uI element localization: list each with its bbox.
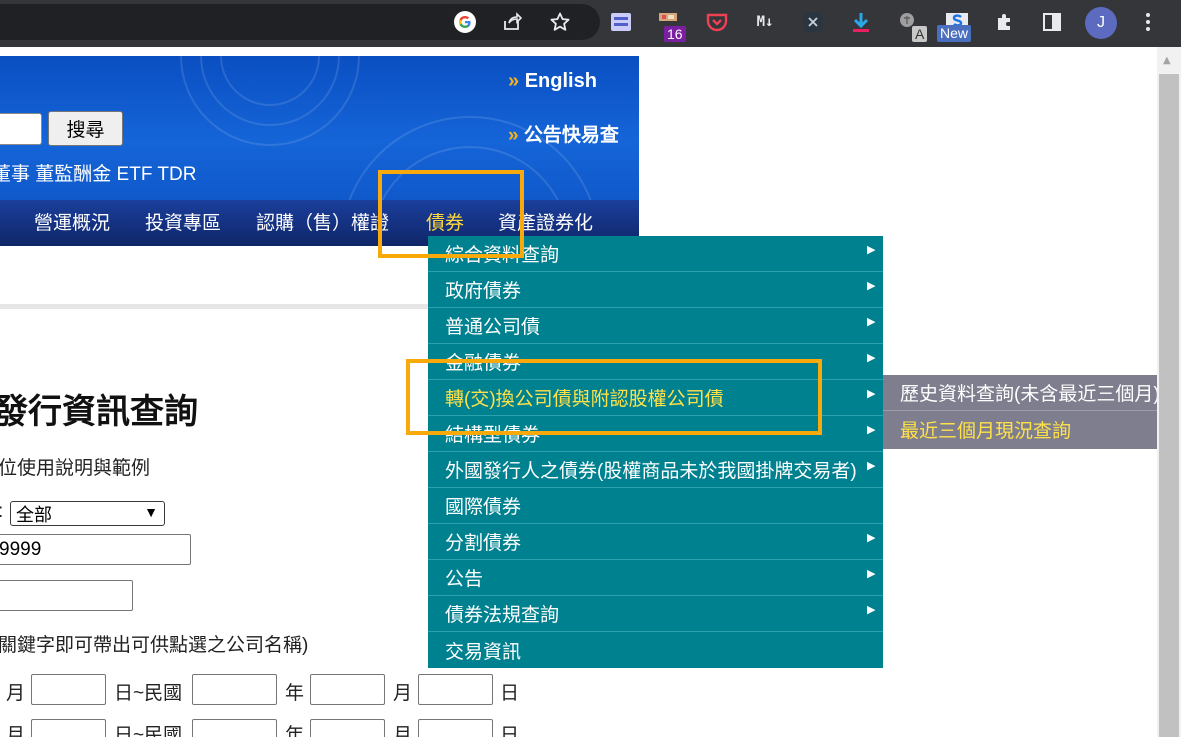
new-badge: New [937, 25, 972, 42]
site-search-input[interactable] [0, 113, 42, 145]
nav-operations[interactable]: 營運概況 [34, 208, 110, 235]
search-button[interactable]: 搜尋 [48, 111, 123, 146]
submenu-arrow-icon: ▶ [867, 531, 876, 544]
day-to-roc-label: 日~民國 [114, 725, 183, 737]
quick-search-link[interactable]: » 公告快易查 [508, 120, 619, 147]
share-icon[interactable] [497, 7, 527, 37]
browser-toolbar: 16 M↓ A New J [0, 0, 1181, 47]
pocket-icon[interactable] [702, 7, 732, 37]
year-input[interactable] [192, 719, 277, 737]
type-select-value: 全部 [16, 504, 52, 525]
menu-item-strip-bonds[interactable]: 分割債券 [428, 524, 883, 560]
markdown-icon[interactable]: M↓ [750, 7, 780, 37]
day-input[interactable] [31, 674, 106, 705]
usage-guide-link[interactable]: 位使用說明與範例 [0, 453, 150, 480]
extension-count-badge: 16 [664, 26, 686, 42]
double-chevron-icon: » [508, 70, 519, 92]
keyword-hint: 關鍵字即可帶出可供點選之公司名稱) [0, 635, 309, 656]
nav-investment[interactable]: 投資專區 [145, 208, 221, 235]
highlight-outline-bonds [378, 170, 524, 258]
day-input[interactable] [418, 719, 493, 737]
submenu-arrow-icon: ▶ [867, 351, 876, 364]
profile-avatar[interactable]: J [1085, 7, 1117, 39]
submenu-arrow-icon: ▶ [867, 459, 876, 472]
month-label: 月 [6, 725, 26, 737]
submenu-arrow-icon: ▶ [867, 423, 876, 436]
code-input[interactable]: 9999 [0, 534, 191, 565]
year-label: 年 [285, 725, 305, 737]
submenu-arrow-icon: ▶ [867, 279, 876, 292]
month-label: 月 [393, 725, 413, 737]
day-to-roc-label: 日~民國 [114, 683, 183, 704]
submenu-arrow-icon: ▶ [867, 315, 876, 328]
bonds-dropdown-menu: 綜合資料查詢 政府債券 普通公司債 金融債券 轉(交)換公司債與附認股權公司債 … [428, 236, 883, 668]
google-icon[interactable] [450, 7, 480, 37]
menu-item-foreign-issuer-bonds[interactable]: 外國發行人之債券(股權商品未於我國掛牌交易者) [428, 452, 883, 488]
day-label: 日 [500, 725, 520, 737]
english-link-label: English [524, 70, 597, 92]
download-icon[interactable] [846, 7, 876, 37]
day-input[interactable] [418, 674, 493, 705]
submenu-item-history[interactable]: 歷史資料查詢(未含最近三個月) [883, 375, 1157, 411]
star-icon[interactable] [545, 7, 575, 37]
menu-item-corporate-bonds[interactable]: 普通公司債 [428, 308, 883, 344]
page-title: 發行資訊查詢 [0, 393, 198, 431]
month-label: 月 [6, 683, 26, 704]
translate-badge: A [912, 26, 928, 42]
month-input[interactable] [310, 674, 385, 705]
convertible-bonds-submenu: 歷史資料查詢(未含最近三個月) 最近三個月現況查詢 [883, 375, 1157, 449]
menu-item-trading-info[interactable]: 交易資訊 [428, 632, 883, 668]
nav-warrants[interactable]: 認購（售）權證 [256, 208, 389, 235]
submenu-arrow-icon: ▶ [867, 243, 876, 256]
double-chevron-icon: » [508, 125, 518, 146]
month-input[interactable] [310, 719, 385, 737]
menu-item-bond-regulations[interactable]: 債券法規查詢 [428, 596, 883, 632]
chevron-down-icon: ▼ [144, 504, 158, 520]
scrollbar-thumb[interactable] [1159, 74, 1179, 737]
quick-search-link-label: 公告快易查 [523, 125, 619, 146]
year-input[interactable] [192, 674, 277, 705]
submenu-arrow-icon: ▶ [867, 387, 876, 400]
english-link[interactable]: » English [508, 70, 597, 93]
sidepanel-icon[interactable] [1037, 7, 1067, 37]
puzzle-icon[interactable] [990, 7, 1020, 37]
site-banner: » English » 公告快易查 搜尋 董事 董監酬金 ETF TDR 營運概… [0, 56, 639, 246]
company-input[interactable] [0, 580, 133, 611]
reader-icon[interactable] [606, 7, 636, 37]
day-label: 日 [500, 683, 520, 704]
year-label: 年 [285, 683, 305, 704]
more-icon[interactable] [1133, 7, 1163, 37]
menu-item-international-bonds[interactable]: 國際債券 [428, 488, 883, 524]
submenu-item-recent-three-months[interactable]: 最近三個月現況查詢 [883, 411, 1157, 447]
submenu-arrow-icon: ▶ [867, 567, 876, 580]
day-input[interactable] [31, 719, 106, 737]
content-divider [0, 304, 430, 309]
quick-links-row[interactable]: 董事 董監酬金 ETF TDR [0, 159, 196, 186]
type-label-suffix: : [0, 501, 3, 523]
menu-item-government-bonds[interactable]: 政府債券 [428, 272, 883, 308]
menu-item-announcements[interactable]: 公告 [428, 560, 883, 596]
month-label: 月 [393, 683, 413, 704]
x-ext-icon[interactable] [798, 7, 828, 37]
type-select[interactable]: 全部 ▼ [10, 501, 165, 526]
web-page: » English » 公告快易查 搜尋 董事 董監酬金 ETF TDR 營運概… [0, 47, 1157, 737]
scroll-up-arrow-icon[interactable]: ▲ [1163, 55, 1175, 67]
submenu-arrow-icon: ▶ [867, 603, 876, 616]
highlight-outline-convertible [406, 359, 822, 435]
